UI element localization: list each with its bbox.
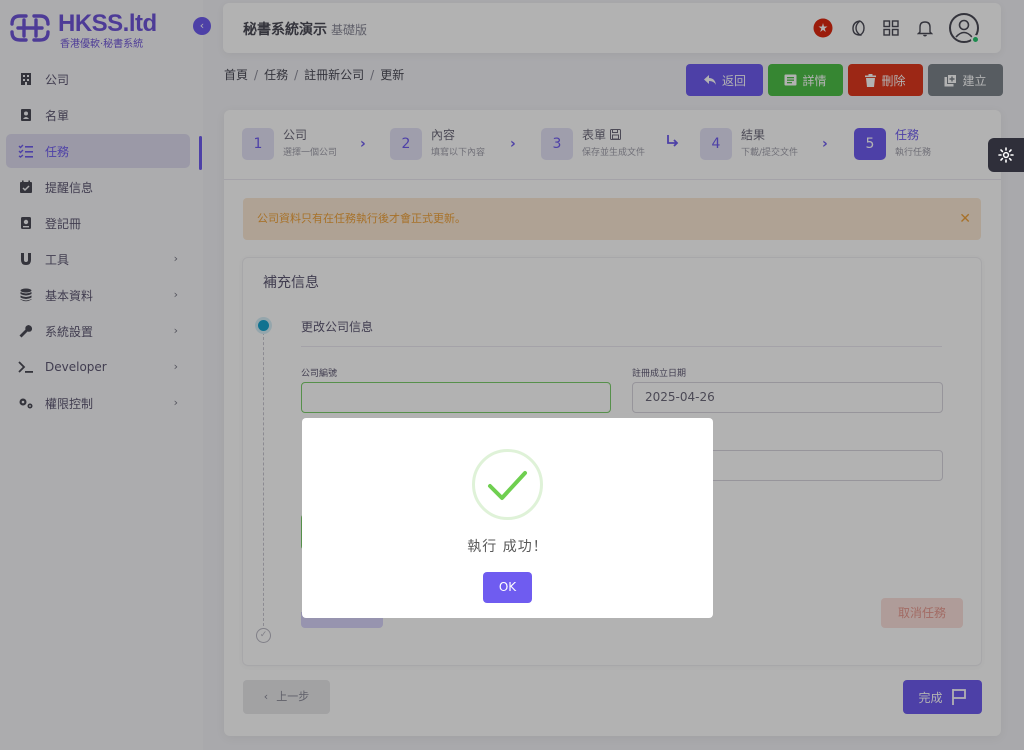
success-dialog: 執行 成功！ OK: [302, 418, 713, 618]
success-message: 執行 成功！: [467, 539, 548, 555]
gear-icon: [998, 147, 1014, 163]
ok-button[interactable]: OK: [483, 572, 532, 603]
success-check-icon: [472, 449, 543, 520]
customizer-toggle-button[interactable]: [988, 138, 1024, 172]
modal-backdrop[interactable]: [0, 0, 1024, 750]
